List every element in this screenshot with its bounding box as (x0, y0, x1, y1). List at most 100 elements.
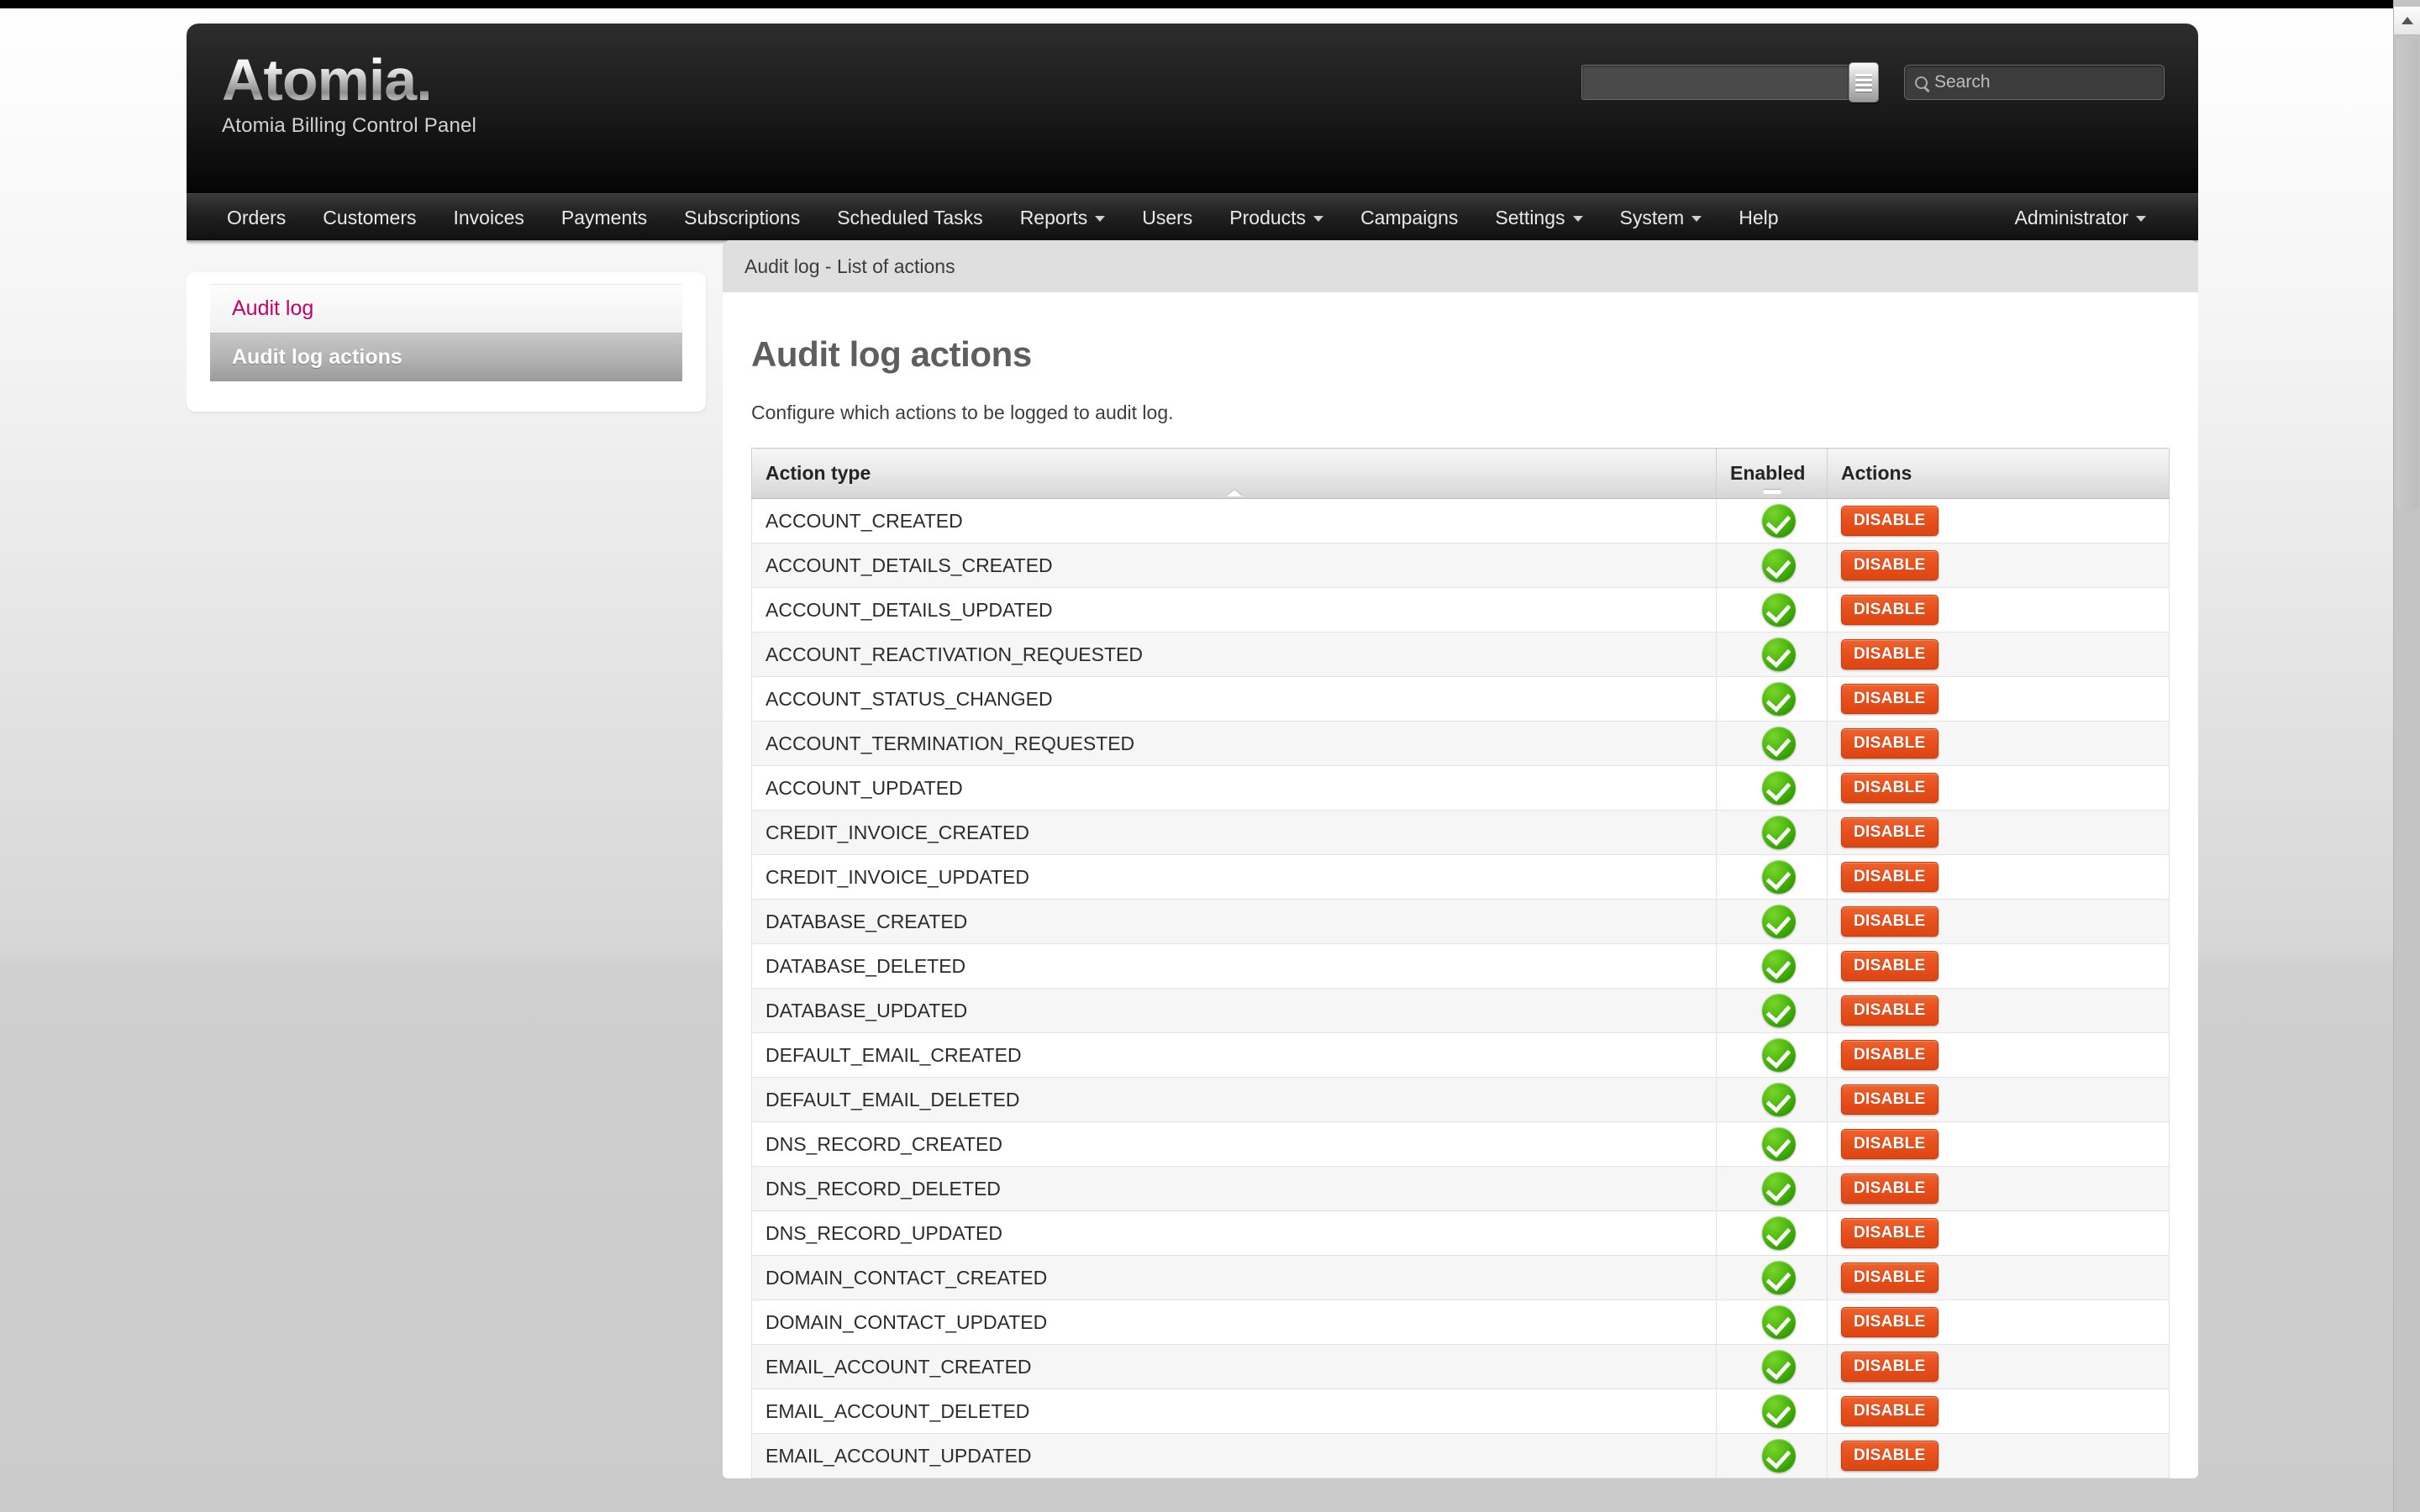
cell-actions: DISABLE (1827, 810, 2170, 855)
nav-item-label: Customers (323, 206, 417, 228)
nav-item-system[interactable]: System (1602, 194, 1721, 241)
chevron-down-icon (1691, 216, 1702, 222)
cell-action-type: CREDIT_INVOICE_CREATED (751, 810, 1717, 855)
disable-button[interactable]: DISABLE (1841, 728, 1939, 759)
disable-button[interactable]: DISABLE (1841, 995, 1939, 1026)
cell-enabled (1716, 854, 1828, 900)
column-header-action-type[interactable]: Action type (751, 448, 1717, 499)
disable-button[interactable]: DISABLE (1841, 1218, 1939, 1248)
sidebar-item-audit-log-actions[interactable]: Audit log actions (210, 333, 682, 381)
cell-actions: DISABLE (1827, 854, 2170, 900)
nav-item-scheduled-tasks[interactable]: Scheduled Tasks (818, 194, 1001, 241)
disable-button[interactable]: DISABLE (1841, 1263, 1939, 1293)
cell-actions: DISABLE (1827, 1121, 2170, 1167)
table-row: ACCOUNT_UPDATED DISABLE (751, 765, 2170, 811)
disable-button[interactable]: DISABLE (1841, 951, 1939, 981)
disable-button[interactable]: DISABLE (1841, 1441, 1939, 1471)
green-check-icon (1761, 1305, 1796, 1339)
nav-item-users[interactable]: Users (1123, 194, 1211, 241)
nav-item-campaigns[interactable]: Campaigns (1342, 194, 1476, 241)
table-row: EMAIL_ACCOUNT_DELETED DISABLE (751, 1389, 2170, 1434)
cell-action-type: DATABASE_DELETED (751, 943, 1717, 989)
cell-action-type: DNS_RECORD_CREATED (751, 1121, 1717, 1167)
chevron-down-icon (1572, 216, 1583, 222)
disable-button[interactable]: DISABLE (1841, 506, 1939, 536)
header-tools: Search (1581, 62, 2165, 102)
sort-ascending-icon (1225, 490, 1243, 496)
app-tagline: Atomia Billing Control Panel (222, 114, 477, 137)
disable-button[interactable]: DISABLE (1841, 773, 1939, 803)
disable-button[interactable]: DISABLE (1841, 1396, 1939, 1426)
disable-button[interactable]: DISABLE (1841, 550, 1939, 580)
vertical-scrollbar[interactable] (2393, 0, 2420, 1512)
table-head: Action type Enabled Actions (751, 448, 2170, 499)
cell-enabled (1716, 676, 1828, 722)
sidebar-item-label: Audit log (232, 297, 314, 320)
table-row: ACCOUNT_STATUS_CHANGED DISABLE (751, 676, 2170, 722)
disable-button[interactable]: DISABLE (1841, 1173, 1939, 1204)
disable-button[interactable]: DISABLE (1841, 862, 1939, 892)
sidebar-item-audit-log[interactable]: Audit log (210, 284, 682, 333)
nav-item-administrator[interactable]: Administrator (1996, 194, 2165, 241)
column-header-enabled[interactable]: Enabled (1716, 448, 1828, 499)
nav-item-label: Users (1142, 206, 1193, 228)
cell-actions: DISABLE (1827, 721, 2170, 766)
nav-item-subscriptions[interactable]: Subscriptions (666, 194, 818, 241)
page-title: Audit log actions (751, 334, 1032, 374)
disable-button[interactable]: DISABLE (1841, 595, 1939, 625)
cell-enabled (1716, 498, 1828, 543)
nav-item-help[interactable]: Help (1720, 194, 1797, 241)
disable-button[interactable]: DISABLE (1841, 1307, 1939, 1337)
disable-button[interactable]: DISABLE (1841, 639, 1939, 669)
disable-button[interactable]: DISABLE (1841, 1352, 1939, 1382)
cell-action-type: ACCOUNT_DETAILS_CREATED (751, 543, 1717, 588)
header-combo (1581, 62, 1879, 102)
nav-item-label: Help (1739, 206, 1779, 228)
green-check-icon (1761, 727, 1796, 760)
nav-item-reports[interactable]: Reports (1002, 194, 1124, 241)
nav-item-orders[interactable]: Orders (208, 194, 304, 241)
cell-actions: DISABLE (1827, 1032, 2170, 1078)
cell-action-type: DEFAULT_EMAIL_CREATED (751, 1032, 1717, 1078)
green-check-icon (1761, 549, 1796, 582)
list-menu-icon[interactable] (1849, 62, 1879, 102)
disable-button[interactable]: DISABLE (1841, 906, 1939, 937)
page-description: Configure which actions to be logged to … (751, 402, 1174, 423)
cell-actions: DISABLE (1827, 1433, 2170, 1478)
header-combo-input[interactable] (1581, 65, 1852, 100)
cell-actions: DISABLE (1827, 587, 2170, 633)
disable-button[interactable]: DISABLE (1841, 684, 1939, 714)
browser-top-strip (0, 0, 2420, 8)
disable-button[interactable]: DISABLE (1841, 817, 1939, 848)
green-check-icon (1761, 1083, 1796, 1116)
nav-item-payments[interactable]: Payments (543, 194, 666, 241)
main-panel: Audit log - List of actions Audit log ac… (723, 240, 2198, 1478)
scrollbar-thumb[interactable] (2396, 39, 2418, 509)
disable-button[interactable]: DISABLE (1841, 1084, 1939, 1115)
column-header-enabled-label: Enabled (1730, 462, 1806, 484)
cell-actions: DISABLE (1827, 1077, 2170, 1122)
breadcrumb: Audit log - List of actions (723, 240, 2198, 292)
logo-block[interactable]: Atomia. Atomia Billing Control Panel (222, 50, 476, 138)
app-shell: Atomia. Atomia Billing Control Panel Sea… (187, 24, 2198, 1500)
nav-item-label: System (1619, 206, 1685, 228)
nav-item-customers[interactable]: Customers (304, 194, 434, 241)
cell-enabled (1716, 988, 1828, 1033)
table-row: DNS_RECORD_DELETED DISABLE (751, 1166, 2170, 1211)
green-check-icon (1761, 816, 1796, 849)
search-input[interactable]: Search (1904, 65, 2165, 100)
cell-actions: DISABLE (1827, 899, 2170, 944)
green-check-icon (1761, 994, 1796, 1027)
table-header-row: Action type Enabled Actions (751, 448, 2170, 499)
cell-actions: DISABLE (1827, 498, 2170, 543)
table-row: ACCOUNT_DETAILS_UPDATED DISABLE (751, 587, 2170, 633)
disable-button[interactable]: DISABLE (1841, 1129, 1939, 1159)
scroll-up-button[interactable] (2394, 7, 2420, 35)
nav-item-label: Settings (1495, 206, 1565, 228)
nav-item-invoices[interactable]: Invoices (435, 194, 543, 241)
cell-actions: DISABLE (1827, 943, 2170, 989)
nav-item-products[interactable]: Products (1211, 194, 1342, 241)
table-row: ACCOUNT_CREATED DISABLE (751, 498, 2170, 543)
disable-button[interactable]: DISABLE (1841, 1040, 1939, 1070)
nav-item-settings[interactable]: Settings (1476, 194, 1601, 241)
